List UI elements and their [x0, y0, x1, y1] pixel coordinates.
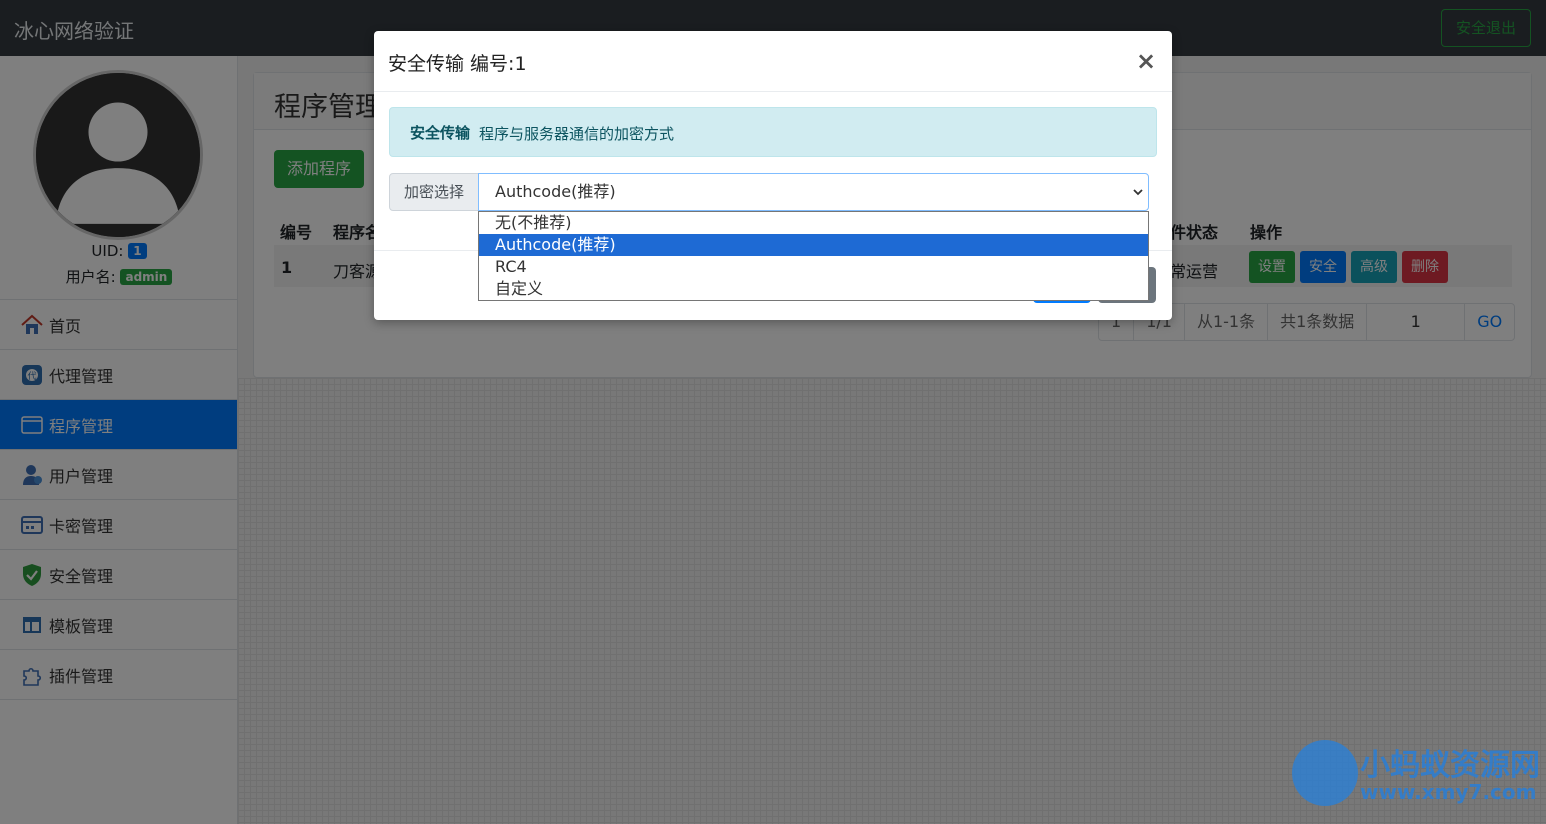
alert-text: 程序与服务器通信的加密方式 [479, 125, 675, 143]
info-alert: 安全传输 程序与服务器通信的加密方式 [389, 107, 1157, 157]
watermark: 小蚂蚁资源网 www.xmy7.com [1292, 738, 1542, 808]
watermark-title: 小蚂蚁资源网 [1360, 748, 1540, 783]
encryption-options-list: 无(不推荐) Authcode(推荐) RC4 自定义 [478, 211, 1149, 301]
encryption-select-label: 加密选择 [389, 173, 479, 211]
encryption-select[interactable]: Authcode(推荐) [478, 173, 1149, 211]
modal-title: 安全传输 编号:1 [388, 53, 527, 75]
option-rc4[interactable]: RC4 [479, 256, 1148, 278]
modal-header: 安全传输 编号:1 × [374, 31, 1172, 92]
option-authcode[interactable]: Authcode(推荐) [479, 234, 1148, 256]
watermark-url: www.xmy7.com [1360, 780, 1537, 804]
option-none[interactable]: 无(不推荐) [479, 212, 1148, 234]
alert-heading: 安全传输 [410, 124, 471, 142]
option-custom[interactable]: 自定义 [479, 278, 1148, 300]
ant-logo-icon [1292, 740, 1358, 806]
close-icon[interactable]: × [1136, 47, 1156, 75]
encryption-select-value: Authcode(推荐) [495, 182, 616, 201]
